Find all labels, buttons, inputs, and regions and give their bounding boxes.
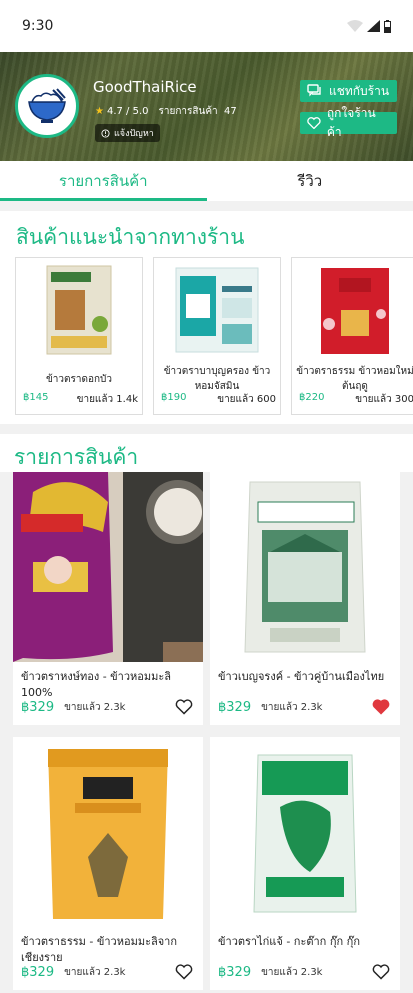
wifi-icon <box>347 20 363 32</box>
product-photo <box>210 472 400 662</box>
recommended-item-name: ข้าวตราบาบุญครอง ข้าวหอมจัสมิน <box>163 366 271 392</box>
product-image <box>175 267 259 353</box>
recommended-list: ข้าวตราดอกบัว ฿145 ขายแล้ว 1.4k ข้าวตราบ… <box>0 257 413 415</box>
follow-button[interactable]: ถูกใจร้านค้า <box>300 106 397 139</box>
product-name: ข้าวตราธรรม - ข้าวหอมมะลิจากเชียงราย <box>21 935 178 964</box>
product-image <box>321 268 389 354</box>
product-photo <box>210 737 400 927</box>
status-time: 9:30 <box>22 18 54 34</box>
product-card[interactable]: ข้าวเบญจรงค์ - ข้าวคู่บ้านเมืองไทย ฿329 … <box>210 472 400 725</box>
product-photo <box>13 737 203 927</box>
shop-name: GoodThaiRice <box>93 78 197 96</box>
product-card[interactable]: ข้าวตราหงษ์ทอง - ข้าวหอมมะลิ 100% ฿329 ข… <box>13 472 203 725</box>
product-price: ฿329 <box>21 699 55 715</box>
tab-bar: รายการสินค้า รีวิว <box>0 161 413 201</box>
product-sold: ขายแล้ว 2.3k <box>261 701 323 713</box>
product-name: ข้าวเบญจรงค์ - ข้าวคู่บ้านเมืองไทย <box>218 670 385 683</box>
product-footer: ฿329 ขายแล้ว 2.3k <box>21 964 193 980</box>
heart-outline-icon <box>307 117 321 129</box>
heart-outline-icon[interactable] <box>372 964 390 980</box>
shop-header: GoodThaiRice ★ 4.7 / 5.0 รายการสินค้า 47 … <box>0 52 413 161</box>
product-image <box>210 737 400 927</box>
recommended-item-price: ฿190 <box>161 392 187 403</box>
battery-icon <box>384 19 391 33</box>
chat-icon <box>307 84 321 97</box>
recommended-item-footer: ฿220 ขายแล้ว 300 <box>299 392 413 407</box>
report-button[interactable]: แจ้งปัญหา <box>95 124 160 142</box>
product-price: ฿329 <box>21 964 55 980</box>
follow-label: ถูกใจร้านค้า <box>326 106 376 139</box>
recommended-item-sold: ขายแล้ว 300 <box>355 394 413 405</box>
status-icons <box>347 19 391 33</box>
chat-button[interactable]: แชทกับร้าน <box>300 80 397 102</box>
recommended-item-sold: ขายแล้ว 600 <box>217 394 276 405</box>
shop-meta: ★ 4.7 / 5.0 รายการสินค้า 47 <box>95 104 237 119</box>
recommended-item-price: ฿220 <box>299 392 325 403</box>
report-label: แจ้งปัญหา <box>114 129 154 139</box>
product-card[interactable]: ข้าวตราไก่แจ้ - กะต๊าก กุ๊ก กุ๊ก ฿329 ขา… <box>210 737 400 990</box>
recommended-title: สินค้าแนะนำจากทางร้าน <box>16 225 245 249</box>
product-footer: ฿329 ขายแล้ว 2.3k <box>218 964 390 980</box>
recommended-item[interactable]: ข้าวตราบาบุญครอง ข้าวหอมจัสมิน ฿190 ขายแ… <box>153 257 281 415</box>
product-image <box>210 472 400 662</box>
status-bar: 9:30 <box>0 0 413 52</box>
heart-outline-icon[interactable] <box>175 964 193 980</box>
tab-products[interactable]: รายการสินค้า <box>0 161 207 201</box>
recommended-item[interactable]: ข้าวตราธรรม ข้าวหอมใหม่ต้นฤดู ฿220 ขายแล… <box>291 257 413 415</box>
recommended-item-sold: ขายแล้ว 1.4k <box>76 394 138 405</box>
product-footer: ฿329 ขายแล้ว 2.3k <box>21 699 193 715</box>
heart-filled-icon[interactable] <box>372 699 390 715</box>
product-price: ฿329 <box>218 699 252 715</box>
product-image <box>13 737 203 927</box>
recommended-section: สินค้าแนะนำจากทางร้าน ข้าวตราดอกบัว ฿145… <box>0 211 413 424</box>
product-image <box>46 265 112 355</box>
recommended-item-footer: ฿145 ขายแล้ว 1.4k <box>23 392 138 407</box>
recommended-item-name: ข้าวตราธรรม ข้าวหอมใหม่ต้นฤดู <box>296 366 413 392</box>
product-sold: ขายแล้ว 2.3k <box>261 966 323 978</box>
recommended-item[interactable]: ข้าวตราดอกบัว ฿145 ขายแล้ว 1.4k <box>15 257 143 415</box>
recommended-item-name: ข้าวตราดอกบัว <box>45 373 113 385</box>
product-footer: ฿329 ขายแล้ว 2.3k <box>218 699 390 715</box>
tab-reviews[interactable]: รีวิว <box>207 161 413 201</box>
shop-rating: ★ 4.7 / 5.0 <box>95 106 149 117</box>
products-title: รายการสินค้า <box>0 434 413 472</box>
heart-outline-icon[interactable] <box>175 699 193 715</box>
product-sold: ขายแล้ว 2.3k <box>64 701 126 713</box>
shop-products-count: รายการสินค้า 47 <box>158 106 237 117</box>
rice-bowl-icon <box>28 88 66 123</box>
product-image <box>13 472 203 662</box>
recommended-item-footer: ฿190 ขายแล้ว 600 <box>161 392 276 407</box>
chat-label: แชทกับร้าน <box>329 83 390 98</box>
product-card[interactable]: ข้าวตราธรรม - ข้าวหอมมะลิจากเชียงราย ฿32… <box>13 737 203 990</box>
product-price: ฿329 <box>218 964 252 980</box>
shop-avatar[interactable] <box>15 74 79 138</box>
product-photo <box>13 472 203 662</box>
product-name: ข้าวตราไก่แจ้ - กะต๊าก กุ๊ก กุ๊ก <box>218 935 360 948</box>
alert-circle-icon <box>101 128 110 138</box>
product-name: ข้าวตราหงษ์ทอง - ข้าวหอมมะลิ 100% <box>21 670 172 699</box>
signal-icon <box>367 20 380 32</box>
star-icon: ★ <box>95 106 104 117</box>
product-grid: ข้าวตราหงษ์ทอง - ข้าวหอมมะลิ 100% ฿329 ข… <box>0 472 413 990</box>
product-sold: ขายแล้ว 2.3k <box>64 966 126 978</box>
recommended-item-price: ฿145 <box>23 392 49 403</box>
